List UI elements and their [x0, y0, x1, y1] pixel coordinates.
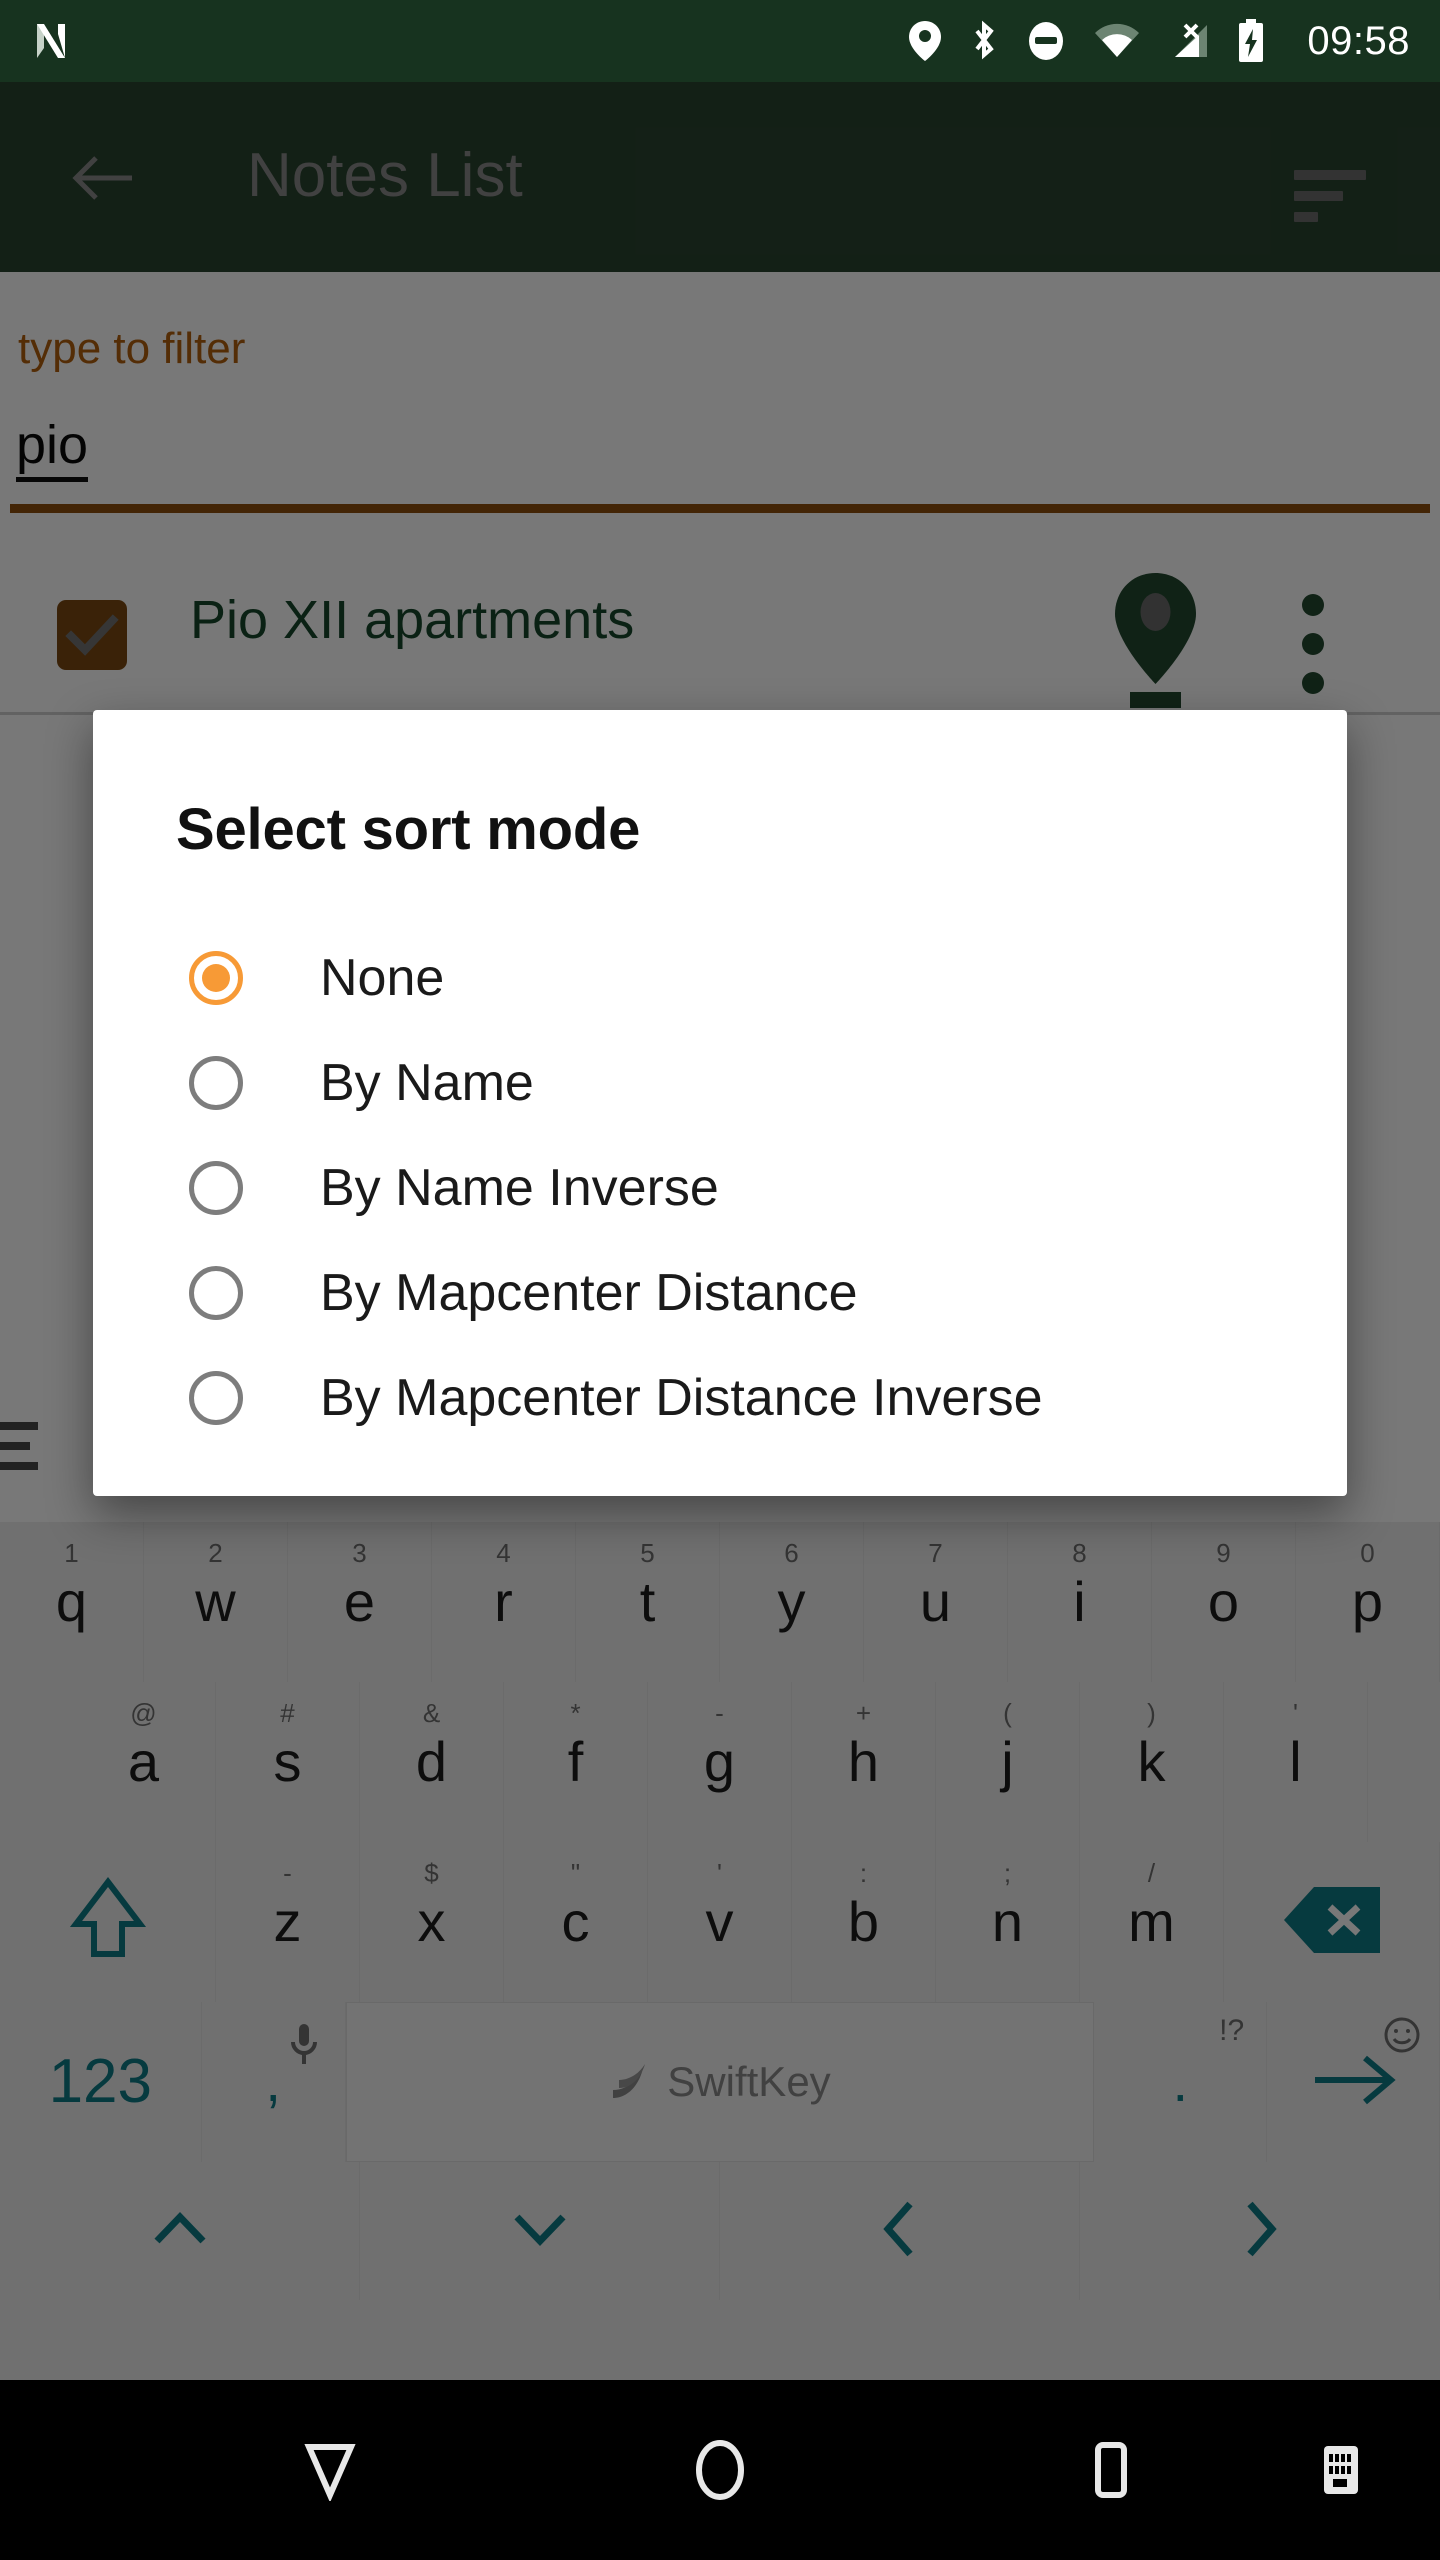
radio-unchecked-icon[interactable]: [189, 1160, 243, 1215]
sort-option-4[interactable]: By Mapcenter Distance Inverse: [93, 1345, 1347, 1450]
back-triangle-icon[interactable]: [240, 2380, 420, 2560]
sort-option-label: None: [320, 948, 445, 1007]
radio-unchecked-icon[interactable]: [189, 1265, 243, 1320]
recents-square-icon[interactable]: [1020, 2380, 1200, 2560]
system-navigation-bar: [0, 2380, 1440, 2560]
wifi-icon: [1093, 19, 1141, 63]
android-screen: type to filter pio Pio XII apartments: [0, 0, 1440, 2560]
battery-charging-icon: [1237, 18, 1265, 64]
sort-mode-dialog: Select sort mode None By Name By Name Inve…: [93, 710, 1347, 1496]
status-bar-clock: 09:58: [1307, 18, 1410, 63]
nexus-n-logo-icon: [28, 18, 74, 64]
dialog-title: Select sort mode: [176, 797, 641, 862]
sort-option-1[interactable]: By Name: [93, 1030, 1347, 1135]
home-circle-icon[interactable]: [630, 2380, 810, 2560]
bluetooth-icon: [969, 19, 999, 63]
do-not-disturb-icon: [1025, 19, 1067, 63]
status-bar: 09:58: [0, 0, 1440, 82]
radio-unchecked-icon[interactable]: [189, 1055, 243, 1110]
sort-option-label: By Mapcenter Distance Inverse: [320, 1368, 1043, 1427]
sort-option-label: By Name: [320, 1053, 534, 1112]
radio-checked-icon[interactable]: [189, 950, 243, 1005]
sort-option-2[interactable]: By Name Inverse: [93, 1135, 1347, 1240]
keyboard-icon[interactable]: [1260, 2380, 1420, 2560]
sort-option-0[interactable]: None: [93, 925, 1347, 1030]
cellular-signal-no-sim-icon: [1167, 19, 1211, 63]
sort-option-label: By Mapcenter Distance: [320, 1263, 858, 1322]
location-icon: [907, 19, 943, 63]
radio-unchecked-icon[interactable]: [189, 1370, 243, 1425]
sort-option-3[interactable]: By Mapcenter Distance: [93, 1240, 1347, 1345]
sort-option-label: By Name Inverse: [320, 1158, 719, 1217]
sort-mode-radio-group[interactable]: None By Name By Name Inverse By Mapcenter D…: [93, 925, 1347, 1450]
